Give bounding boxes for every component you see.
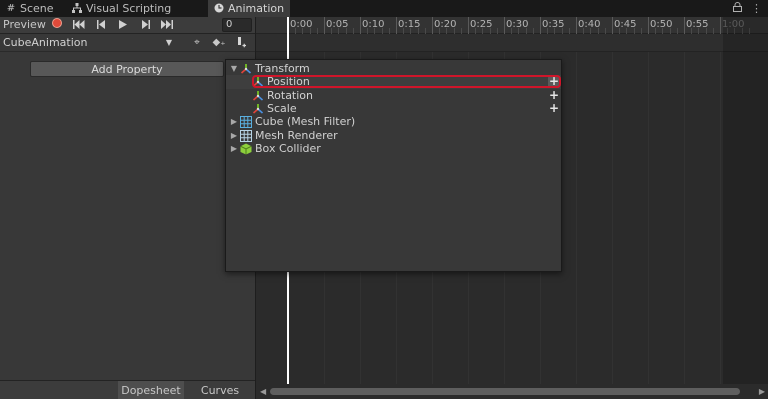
ruler-major-tick bbox=[468, 17, 469, 34]
scale-label: Scale bbox=[267, 102, 297, 115]
property-group-box-collider[interactable]: ▶ Box Collider bbox=[226, 142, 561, 156]
ruler-major-tick bbox=[396, 17, 397, 34]
kebab-menu-icon[interactable]: ⋮ bbox=[751, 2, 762, 15]
mesh-filter-label: Cube (Mesh Filter) bbox=[255, 115, 356, 128]
play-icon bbox=[119, 20, 127, 29]
window-controls: ⋮ bbox=[727, 0, 762, 17]
ruler-major-tick bbox=[684, 17, 685, 34]
transform-axis-icon bbox=[240, 64, 252, 74]
transform-axis-icon bbox=[252, 91, 264, 101]
filter-by-selection-button[interactable]: ⌖ bbox=[186, 34, 208, 52]
tab-scene[interactable]: # Scene bbox=[0, 0, 62, 17]
add-property-button[interactable]: Add Property bbox=[30, 61, 224, 77]
ruler-major-tick bbox=[360, 17, 361, 34]
property-rotation[interactable]: Rotation + bbox=[226, 89, 561, 103]
previous-frame-icon bbox=[96, 20, 105, 29]
tab-scene-label: Scene bbox=[20, 2, 54, 15]
view-mode-tabs: Dopesheet Curves bbox=[0, 380, 255, 399]
skip-to-start-icon bbox=[73, 20, 85, 29]
tab-animation[interactable]: Animation bbox=[208, 0, 290, 17]
foldout-collapsed-icon[interactable]: ▶ bbox=[229, 142, 239, 156]
foldout-expanded-icon[interactable]: ▼ bbox=[229, 62, 239, 76]
mesh-filter-grid-icon bbox=[240, 116, 252, 128]
add-keyframe-button[interactable]: ◆₊ bbox=[208, 34, 230, 52]
ruler-major-tick bbox=[324, 17, 325, 34]
play-button[interactable] bbox=[112, 17, 134, 33]
tab-curves[interactable]: Curves bbox=[186, 381, 254, 399]
graph-icon bbox=[71, 0, 83, 17]
crosshair-icon: ⌖ bbox=[194, 37, 200, 48]
transform-label: Transform bbox=[255, 62, 310, 75]
add-event-icon bbox=[236, 37, 246, 51]
add-property-popup: ▼ Transform Position + Rotation + Scale … bbox=[225, 59, 562, 272]
property-group-mesh-filter[interactable]: ▶ Cube (Mesh Filter) bbox=[226, 115, 561, 129]
timeline-gridline bbox=[612, 52, 613, 387]
tab-visual-scripting-graph[interactable]: Visual Scripting Graph bbox=[66, 0, 206, 32]
tab-animation-label: Animation bbox=[228, 2, 285, 15]
first-key-button[interactable] bbox=[68, 17, 90, 33]
timeline-gridline bbox=[720, 52, 721, 387]
add-keyframe-icon: ◆₊ bbox=[212, 37, 226, 48]
clip-name: CubeAnimation bbox=[3, 36, 88, 49]
ruler-major-tick bbox=[612, 17, 613, 34]
box-collider-cube-icon bbox=[240, 143, 252, 155]
mesh-renderer-label: Mesh Renderer bbox=[255, 129, 338, 142]
timeline-gridline bbox=[684, 52, 685, 387]
ruler-major-tick bbox=[432, 17, 433, 34]
timeline-gridline bbox=[648, 52, 649, 387]
animation-clock-icon bbox=[213, 0, 225, 17]
chevron-down-icon: ▼ bbox=[165, 38, 172, 47]
clip-end-zone bbox=[723, 17, 768, 387]
property-group-transform[interactable]: ▼ Transform bbox=[226, 62, 561, 76]
position-highlight-outline bbox=[252, 75, 561, 88]
foldout-collapsed-icon[interactable]: ▶ bbox=[229, 115, 239, 129]
property-scale[interactable]: Scale + bbox=[226, 102, 561, 116]
next-key-button[interactable] bbox=[134, 17, 156, 33]
grid-icon: # bbox=[6, 3, 16, 14]
last-key-button[interactable] bbox=[156, 17, 178, 33]
time-ruler[interactable]: 0:00 0:05 0:10 0:15 0:20 0:25 0:30 0:35 0:40 0:45… bbox=[256, 17, 768, 34]
add-scale-button[interactable]: + bbox=[548, 102, 560, 115]
rotation-label: Rotation bbox=[267, 89, 314, 102]
ruler-major-tick bbox=[576, 17, 577, 34]
foldout-collapsed-icon[interactable]: ▶ bbox=[229, 129, 239, 143]
skip-to-end-icon bbox=[161, 20, 173, 29]
add-event-button[interactable] bbox=[230, 34, 252, 52]
lock-icon[interactable] bbox=[732, 2, 746, 15]
scroll-left-icon[interactable]: ◀ bbox=[260, 384, 270, 399]
event-track[interactable] bbox=[256, 34, 768, 52]
scrollbar-thumb[interactable] bbox=[270, 388, 740, 395]
ruler-major-tick bbox=[504, 17, 505, 34]
ruler-major-tick bbox=[648, 17, 649, 34]
frame-number-field[interactable]: 0 bbox=[222, 18, 252, 32]
transform-axis-icon bbox=[252, 104, 264, 114]
preview-button[interactable]: Preview bbox=[0, 17, 46, 33]
editor-tab-bar: # Scene Visual Scripting Graph Animation… bbox=[0, 0, 768, 32]
animation-left-panel: Preview 0 CubeAnimation ▼ ⌖ ◆₊ Add Prope… bbox=[0, 17, 255, 399]
horizontal-scrollbar[interactable]: ◀ ▶ bbox=[256, 384, 768, 399]
record-button[interactable] bbox=[46, 17, 68, 33]
next-frame-icon bbox=[141, 20, 150, 29]
playback-toolbar: Preview 0 bbox=[0, 17, 255, 34]
ruler-major-tick bbox=[720, 17, 721, 34]
clip-selector-dropdown[interactable]: CubeAnimation ▼ bbox=[0, 34, 177, 52]
timeline-gridline bbox=[576, 52, 577, 387]
mesh-renderer-grid-icon bbox=[240, 130, 252, 142]
record-icon bbox=[52, 18, 62, 28]
previous-key-button[interactable] bbox=[90, 17, 112, 33]
scroll-right-icon[interactable]: ▶ bbox=[755, 384, 765, 399]
tab-dopesheet[interactable]: Dopesheet bbox=[118, 381, 184, 399]
property-group-mesh-renderer[interactable]: ▶ Mesh Renderer bbox=[226, 129, 561, 143]
clip-toolbar: CubeAnimation ▼ ⌖ ◆₊ bbox=[0, 34, 255, 52]
ruler-major-tick bbox=[540, 17, 541, 34]
box-collider-label: Box Collider bbox=[255, 142, 321, 155]
